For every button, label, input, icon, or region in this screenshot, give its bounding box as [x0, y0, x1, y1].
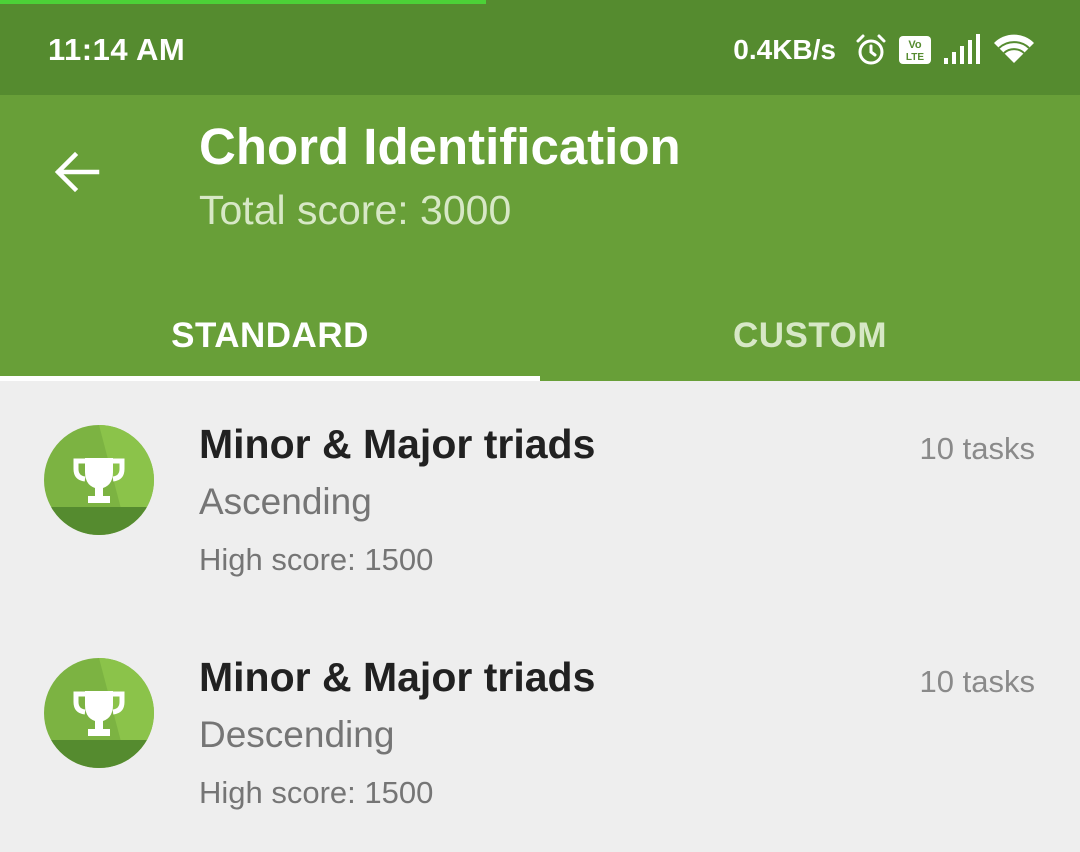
tab-label: CUSTOM	[732, 316, 888, 355]
network-speed: 0.4KB/s	[733, 34, 836, 65]
page-title: Chord Identification	[199, 118, 681, 175]
exercise-title: Minor & Major triads	[199, 654, 596, 700]
status-time: 11:14 AM	[48, 32, 186, 67]
svg-text:Vo: Vo	[908, 39, 922, 51]
tab-label: STANDARD	[171, 316, 369, 355]
exercise-list: Minor & Major triads Ascending High scor…	[0, 381, 1080, 847]
arrow-left-icon	[53, 148, 101, 201]
tab-standard[interactable]: STANDARD	[0, 291, 540, 381]
trophy-icon	[44, 425, 154, 535]
svg-text:LTE: LTE	[906, 52, 924, 63]
high-score: High score: 1500	[199, 542, 434, 577]
high-score: High score: 1500	[199, 775, 434, 810]
back-button[interactable]	[40, 139, 114, 209]
exercise-mode: Ascending	[199, 481, 372, 522]
alarm-icon	[854, 33, 888, 67]
task-count: 10 tasks	[919, 431, 1035, 466]
status-bar: 11:14 AM 0.4KB/s Vo LTE	[0, 0, 1080, 95]
task-count: 10 tasks	[919, 664, 1035, 699]
status-indicators: 0.4KB/s Vo LTE	[733, 30, 1036, 70]
exercise-title: Minor & Major triads	[199, 421, 596, 467]
wifi-icon	[992, 33, 1036, 67]
trophy-icon	[44, 658, 154, 768]
total-score: Total score: 3000	[199, 187, 512, 233]
app-bar: Chord Identification Total score: 3000 S…	[0, 95, 1080, 381]
volte-icon: Vo LTE	[898, 35, 932, 65]
list-item[interactable]: Minor & Major triads Ascending High scor…	[0, 381, 1080, 614]
exercise-mode: Descending	[199, 714, 395, 755]
signal-icon	[942, 34, 982, 66]
page-load-progress	[0, 0, 486, 4]
tab-custom[interactable]: CUSTOM	[540, 291, 1080, 381]
list-item[interactable]: Minor & Major triads Descending High sco…	[0, 614, 1080, 847]
